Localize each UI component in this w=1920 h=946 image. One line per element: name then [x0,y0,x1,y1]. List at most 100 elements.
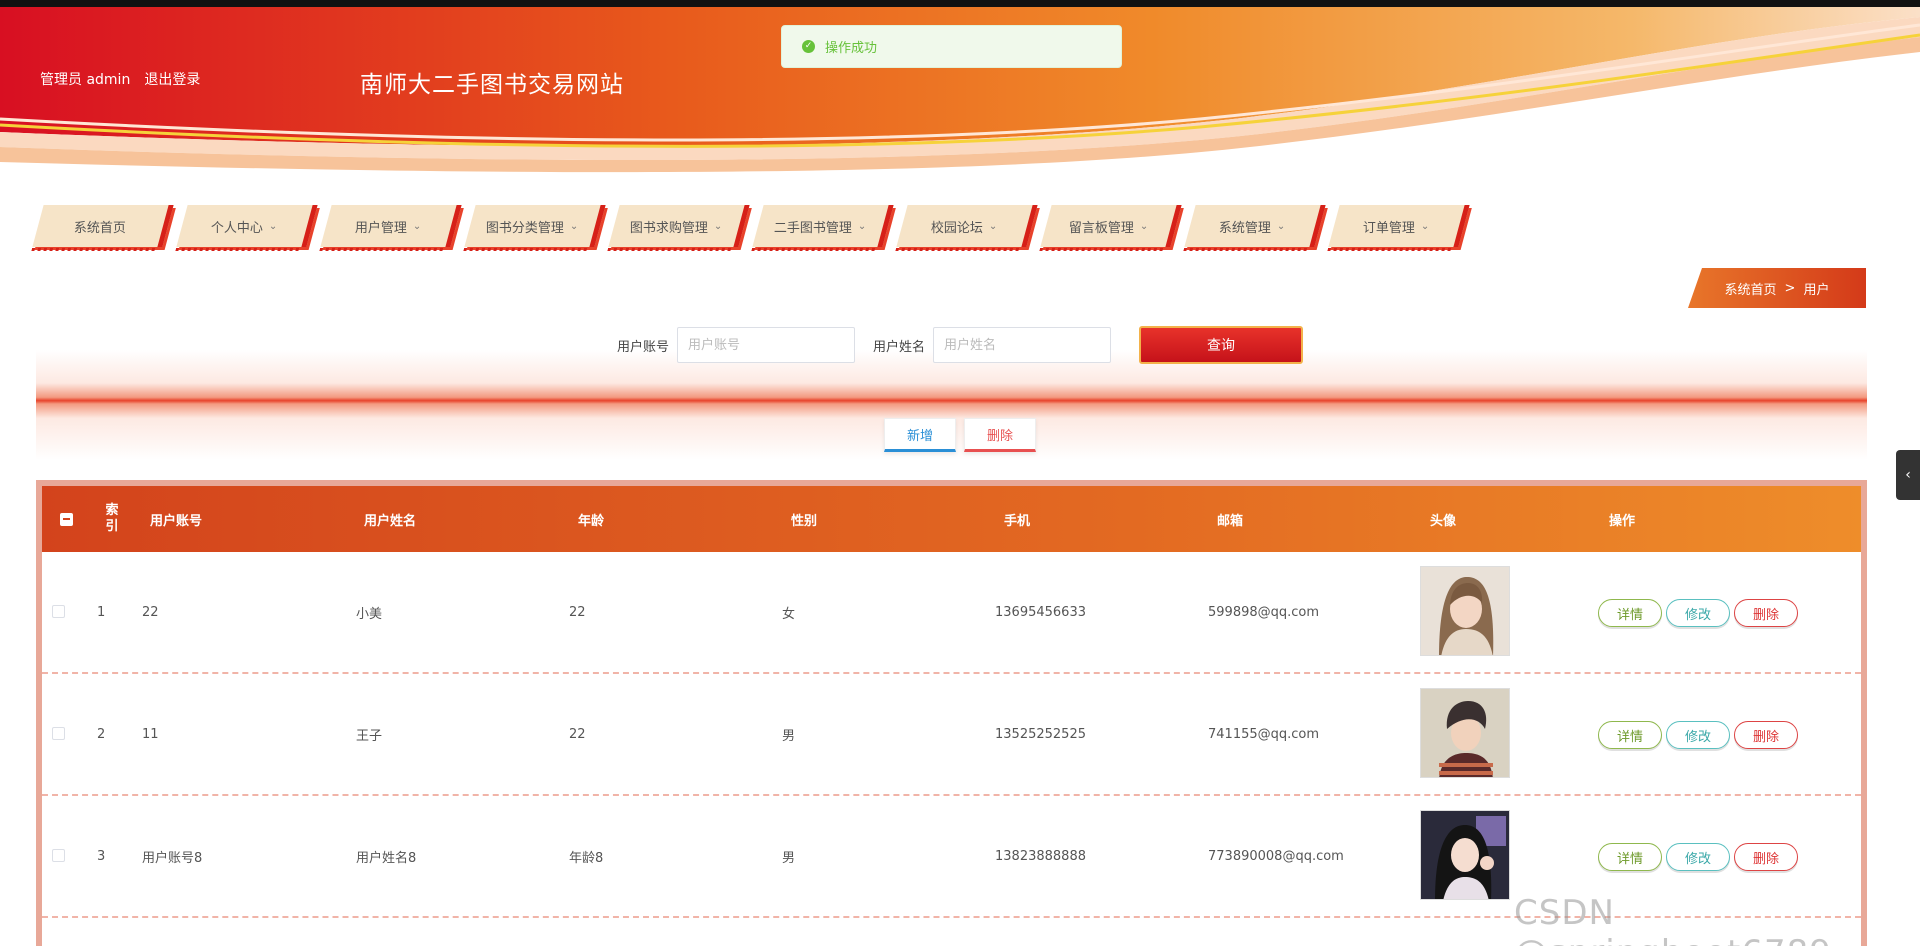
avatar [1420,566,1510,656]
detail-button[interactable]: 详情 [1598,721,1662,749]
breadcrumb-separator: > [1784,280,1796,296]
add-button[interactable]: 新增 [884,418,956,452]
cell-index: 2 [97,726,106,742]
cell-gender: 男 [782,850,796,866]
account-search-label: 用户账号 [616,339,669,355]
detail-button[interactable]: 详情 [1598,843,1662,871]
name-search-input[interactable] [933,327,1112,363]
nav-item-label: 用户管理 [355,220,408,236]
account-search-input[interactable] [677,327,855,363]
chevron-down-icon: ⌄ [1421,220,1430,232]
header-age: 年龄 [578,513,605,529]
edit-button[interactable]: 修改 [1666,721,1730,749]
toast-message: 操作成功 [825,41,878,56]
breadcrumb-current: 用户 [1803,282,1830,298]
edit-button[interactable]: 修改 [1666,599,1730,627]
nav-item-message-board[interactable]: 留言板管理 ⌄ [1040,205,1182,247]
table-row: 2 11 王子 22 男 13525252525 741155@qq.com 详… [42,674,1861,796]
user-table: 索引 用户账号 用户姓名 年龄 性别 手机 邮箱 头像 操作 1 22 小美 2… [36,480,1867,946]
edit-button[interactable]: 修改 [1666,843,1730,871]
cell-name: 王子 [356,728,383,744]
header-index: 索引 [105,503,119,534]
delete-button[interactable]: 删除 [1734,599,1798,627]
header-email: 邮箱 [1217,513,1244,529]
watermark: CSDN @springboot6789 [1514,893,1831,946]
avatar [1420,688,1510,778]
action-bar: 新增 删除 [0,418,1920,452]
row-checkbox[interactable] [52,605,65,618]
cell-account: 用户账号8 [142,850,203,866]
chevron-down-icon: ⌄ [1277,220,1286,232]
avatar-photo-boy [1421,689,1509,777]
query-button[interactable]: 查询 [1139,326,1304,364]
cell-name: 小美 [356,606,383,622]
cell-gender: 女 [782,606,796,622]
chevron-down-icon: ⌄ [858,220,867,232]
nav-item-label: 系统首页 [74,220,127,236]
avatar [1420,810,1510,900]
cell-phone: 13695456633 [995,604,1086,620]
chevron-down-icon: ⌄ [1139,220,1149,232]
chevron-down-icon: ⌄ [413,220,422,232]
nav-item-book-request[interactable]: 图书求购管理 ⌄ [608,205,750,247]
search-bar: 用户账号 用户姓名 查询 [0,326,1920,364]
nav-item-label: 系统管理 [1219,220,1272,236]
avatar-photo-girl [1421,567,1509,655]
breadcrumb-home[interactable]: 系统首页 [1725,279,1777,298]
batch-delete-button[interactable]: 删除 [964,418,1036,452]
cell-index: 3 [97,848,106,864]
header-name: 用户姓名 [364,513,417,529]
side-collapse-tab[interactable]: ‹ [1896,450,1920,500]
check-circle-icon: ✓ [802,40,815,53]
nav-item-label: 校园论坛 [931,220,984,236]
nav-item-forum[interactable]: 校园论坛 ⌄ [896,205,1038,247]
row-checkbox[interactable] [52,727,65,740]
cell-account: 11 [142,726,159,742]
delete-button[interactable]: 删除 [1734,843,1798,871]
chevron-down-icon: ⌄ [570,220,579,232]
header-avatar: 头像 [1430,513,1457,529]
table-header: 索引 用户账号 用户姓名 年龄 性别 手机 邮箱 头像 操作 [42,486,1861,552]
header-actions: 操作 [1609,513,1636,529]
nav-item-label: 图书分类管理 [486,220,565,236]
header-account: 用户账号 [150,513,203,529]
nav-item-user-management[interactable]: 用户管理 ⌄ [320,205,462,247]
cell-phone: 13525252525 [995,726,1086,742]
cell-age: 22 [569,604,586,620]
cell-email: 741155@qq.com [1208,726,1320,742]
chevron-left-icon: ‹ [1905,467,1911,483]
admin-label: 管理员 admin [40,72,131,88]
site-title: 南师大二手图书交易网站 [360,72,624,98]
success-toast: ✓ 操作成功 [781,25,1122,68]
cell-email: 773890008@qq.com [1208,848,1344,864]
delete-button[interactable]: 删除 [1734,721,1798,749]
cell-gender: 男 [782,728,796,744]
nav-item-label: 图书求购管理 [630,220,709,236]
chevron-down-icon: ⌄ [714,220,723,232]
nav-item-orders[interactable]: 订单管理 ⌄ [1328,205,1470,247]
name-search-label: 用户姓名 [873,339,926,355]
header-phone: 手机 [1004,513,1031,529]
nav-item-system[interactable]: 系统管理 ⌄ [1184,205,1326,247]
nav-item-used-books[interactable]: 二手图书管理 ⌄ [752,205,894,247]
logout-link[interactable]: 退出登录 [144,69,200,89]
table-body: 1 22 小美 22 女 13695456633 599898@qq.com 详… [42,552,1861,918]
header-gender: 性别 [791,513,818,529]
nav-item-personal-center[interactable]: 个人中心 ⌄ [176,205,318,247]
cell-account: 22 [142,604,159,620]
nav-item-book-category[interactable]: 图书分类管理 ⌄ [464,205,606,247]
row-checkbox[interactable] [52,849,65,862]
table-row: 1 22 小美 22 女 13695456633 599898@qq.com 详… [42,552,1861,674]
nav-item-label: 个人中心 [211,220,264,236]
nav-item-label: 留言板管理 [1068,220,1134,236]
breadcrumb: 系统首页 > 用户 [1688,268,1866,308]
avatar-photo-girl-2 [1421,811,1509,899]
cell-email: 599898@qq.com [1208,604,1320,620]
detail-button[interactable]: 详情 [1598,599,1662,627]
nav-item-home[interactable]: 系统首页 [32,205,174,247]
nav-item-label: 订单管理 [1363,220,1416,236]
cell-age: 年龄8 [569,850,604,866]
nav-item-label: 二手图书管理 [774,220,853,236]
main-nav: 系统首页 个人中心 ⌄ 用户管理 ⌄ 图书分类管理 ⌄ 图书求购管理 ⌄ 二手图书管理 ⌄… [32,205,1470,249]
select-all-checkbox[interactable] [60,513,73,526]
